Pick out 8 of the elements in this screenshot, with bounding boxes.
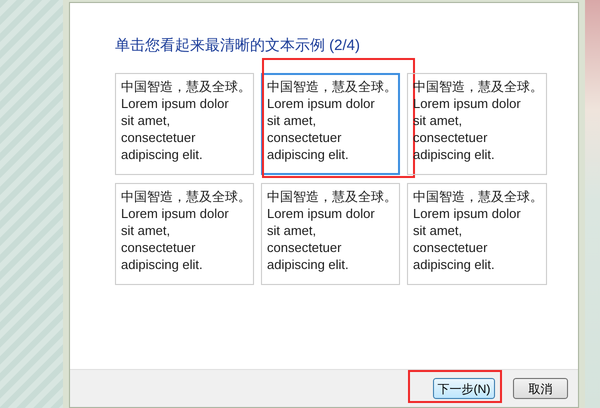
text-sample[interactable]: 中国智造，慧及全球。 Lorem ipsum dolor sit amet, consectetuer adipiscing elit. xyxy=(261,183,400,285)
text-sample[interactable]: 中国智造，慧及全球。 Lorem ipsum dolor sit amet, consectetuer adipiscing elit. xyxy=(407,183,547,285)
text-sample[interactable]: 中国智造，慧及全球。 Lorem ipsum dolor sit amet, consectetuer adipiscing elit. xyxy=(115,73,254,175)
text-sample[interactable]: 中国智造，慧及全球。 Lorem ipsum dolor sit amet, consectetuer adipiscing elit. xyxy=(115,183,254,285)
text-sample[interactable]: 中国智造，慧及全球。 Lorem ipsum dolor sit amet, consectetuer adipiscing elit. xyxy=(261,73,400,175)
dialog-button[interactable]: 下一步(N) xyxy=(433,378,495,399)
dialog-heading: 单击您看起来最清晰的文本示例 (2/4) xyxy=(115,36,360,56)
dialog-button[interactable]: 取消 xyxy=(513,378,568,399)
